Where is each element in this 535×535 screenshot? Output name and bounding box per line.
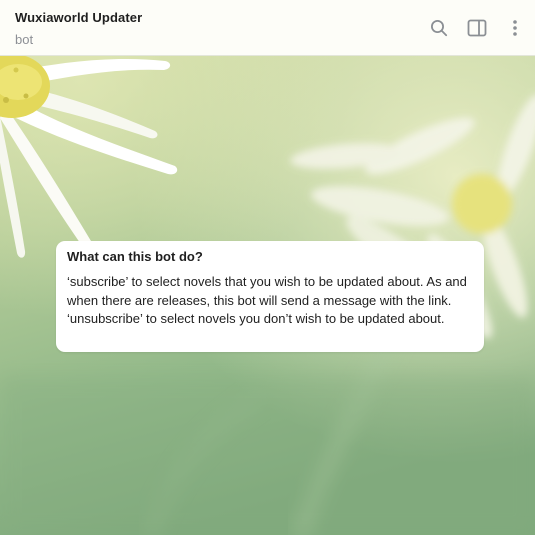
chat-title[interactable]: Wuxiaworld Updater: [15, 10, 142, 25]
bot-info-line: ‘unsubscribe’ to select novels you don’t…: [67, 311, 445, 326]
search-button[interactable]: [427, 16, 451, 40]
telegram-chat-window: Wuxiaworld Updater bot What can this bot…: [0, 0, 535, 535]
bot-info-heading: What can this bot do?: [67, 249, 203, 264]
chat-header: Wuxiaworld Updater bot: [0, 0, 535, 56]
search-icon: [431, 20, 448, 37]
more-vertical-icon: [513, 20, 517, 36]
bot-info-line: ‘subscribe’ to select novels that you wi…: [67, 274, 467, 308]
bot-info-description: ‘subscribe’ to select novels that you wi…: [67, 273, 473, 329]
bot-info-card: What can this bot do? ‘subscribe’ to sel…: [56, 241, 484, 352]
chat-subtitle: bot: [15, 32, 34, 47]
sidebar-toggle-icon: [467, 19, 487, 37]
toggle-sidebar-button[interactable]: [465, 16, 489, 40]
more-options-button[interactable]: [503, 16, 527, 40]
